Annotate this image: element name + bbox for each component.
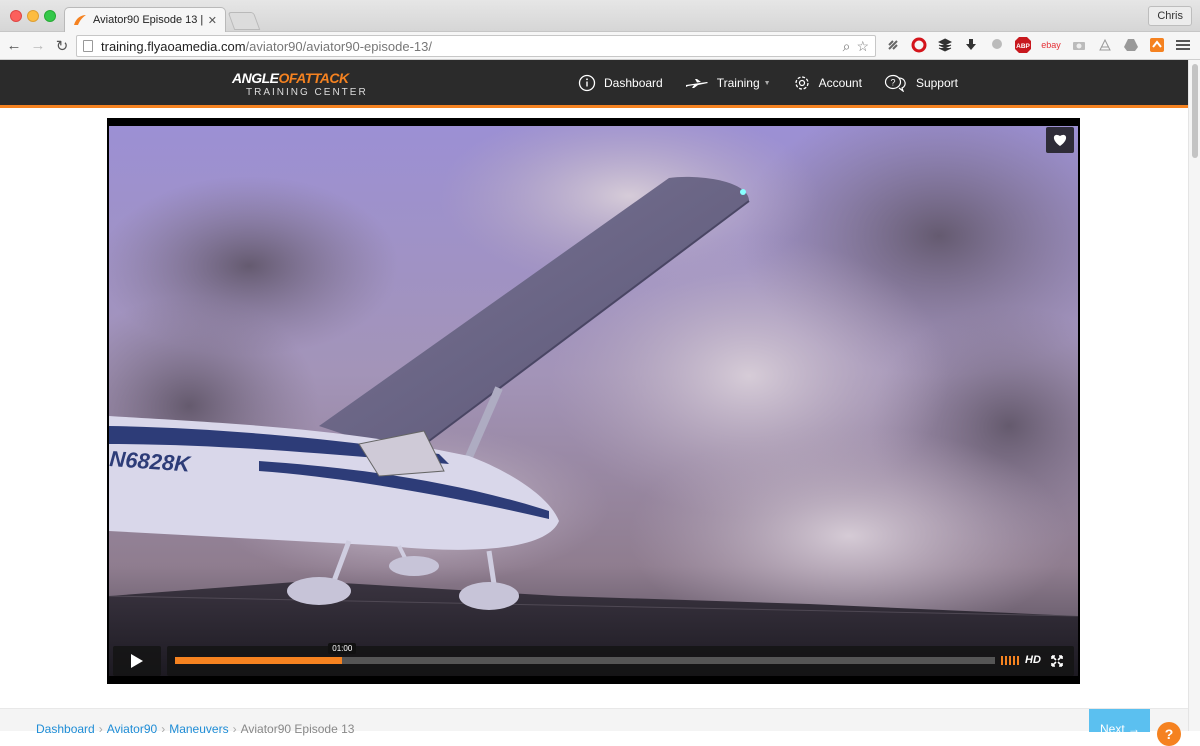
nav-support[interactable]: ? Support — [884, 74, 958, 92]
evernote-icon[interactable] — [1096, 36, 1114, 54]
reload-icon[interactable]: ↻ — [52, 36, 72, 56]
breadcrumb-dashboard[interactable]: Dashboard — [36, 722, 95, 736]
address-bar[interactable]: training.flyaoamedia.com /aviator90/avia… — [76, 35, 876, 57]
abp-icon[interactable]: ABP — [1014, 36, 1032, 54]
help-button[interactable]: ? — [1157, 722, 1181, 746]
breadcrumb-aviator90[interactable]: Aviator90 — [107, 722, 157, 736]
info-icon — [578, 74, 596, 92]
progress-fill — [175, 657, 343, 664]
download-icon[interactable] — [962, 36, 980, 54]
nav-dashboard-label: Dashboard — [604, 76, 663, 90]
page-icon — [83, 40, 93, 52]
browser-toolbar: ← → ↻ training.flyaoamedia.com /aviator9… — [0, 32, 1200, 60]
gear-icon — [794, 76, 809, 90]
svg-text:ABP: ABP — [1016, 43, 1030, 50]
back-arrow-icon[interactable]: ← — [4, 36, 24, 56]
nav-dashboard[interactable]: Dashboard — [578, 74, 663, 92]
site-header: ANGLEOFATTACK TRAINING CENTER Dashboard … — [0, 60, 1188, 108]
zoom-window-button[interactable] — [44, 10, 56, 22]
main-nav: Dashboard Training ▼ Account ? Support — [578, 74, 980, 92]
extensions-bar: ABP ebay — [884, 36, 1192, 54]
menu-icon[interactable] — [1174, 36, 1192, 54]
browser-tab[interactable]: Aviator90 Episode 13 | Ang ✕ — [64, 7, 226, 32]
plane-icon — [685, 79, 708, 88]
forward-arrow-icon[interactable]: → — [28, 36, 48, 56]
nav-account[interactable]: Account — [793, 74, 862, 92]
nav-account-label: Account — [818, 76, 862, 90]
play-icon — [131, 654, 143, 668]
like-button[interactable] — [1046, 127, 1074, 153]
control-bar: 01:00 HD — [167, 643, 1074, 676]
time-tooltip: 01:00 — [328, 643, 357, 654]
breadcrumb-maneuvers[interactable]: Maneuvers — [169, 722, 228, 736]
nav-support-label: Support — [915, 76, 958, 90]
browser-titlebar: Aviator90 Episode 13 | Ang ✕ Chris — [0, 0, 1200, 32]
video-frame-airplane-image[interactable]: N6828K — [109, 126, 1078, 676]
url-path: /aviator90/aviator90-episode-13/ — [245, 38, 432, 54]
buffer-icon[interactable] — [936, 36, 954, 54]
tab-close-icon[interactable]: ✕ — [208, 14, 217, 27]
extension-icon[interactable] — [1148, 36, 1166, 54]
tab-title: Aviator90 Episode 13 | Ang — [93, 14, 204, 26]
video-controls: 01:00 HD — [113, 643, 1074, 676]
fullscreen-icon[interactable] — [1051, 655, 1063, 667]
bookmark-star-icon[interactable]: ☆ — [856, 38, 869, 55]
hd-toggle[interactable]: HD — [1025, 654, 1041, 666]
video-player[interactable]: N6828K 01:00 HD — [107, 118, 1080, 684]
breadcrumb: Dashboard › Aviator90 › Maneuvers › Avia… — [36, 722, 354, 736]
svg-text:?: ? — [890, 78, 895, 88]
aoa-favicon-icon — [74, 15, 86, 25]
close-window-button[interactable] — [10, 10, 22, 22]
breadcrumb-current: Aviator90 Episode 13 — [240, 722, 355, 736]
camera-icon[interactable] — [1070, 36, 1088, 54]
slack-icon[interactable] — [884, 36, 902, 54]
breadcrumb-separator: › — [98, 722, 103, 736]
scroll-thumb[interactable] — [1192, 64, 1198, 158]
ebay-icon[interactable]: ebay — [1040, 36, 1062, 54]
profile-button[interactable]: Chris — [1148, 6, 1192, 26]
logo-word-ofattack: OFATTACK — [278, 70, 350, 86]
chevron-down-icon: ▼ — [763, 79, 771, 87]
minimize-window-button[interactable] — [27, 10, 39, 22]
volume-control[interactable] — [1001, 656, 1019, 665]
new-tab-button[interactable] — [227, 12, 261, 30]
help-chat-icon: ? — [884, 74, 906, 92]
breadcrumb-separator: › — [161, 722, 166, 736]
nav-training[interactable]: Training ▼ — [685, 76, 771, 90]
url-host: training.flyaoamedia.com — [101, 38, 246, 54]
breadcrumb-separator: › — [232, 722, 237, 736]
logo-subtitle: TRAINING CENTER — [246, 87, 368, 98]
next-button[interactable]: Next → — [1089, 709, 1150, 736]
lesson-nav-bar: Dashboard › Aviator90 › Maneuvers › Avia… — [0, 708, 1188, 746]
angle-of-attack-logo[interactable]: ANGLEOFATTACK TRAINING CENTER — [232, 70, 382, 98]
chat-icon[interactable] — [988, 36, 1006, 54]
progress-bar[interactable]: 01:00 — [175, 643, 995, 664]
ebay-label: ebay — [1041, 40, 1061, 50]
logo-word-angle: ANGLE — [232, 70, 279, 86]
play-button[interactable] — [113, 646, 161, 676]
opera-icon[interactable] — [910, 36, 928, 54]
heart-icon — [1053, 134, 1067, 146]
search-icon[interactable]: ⌕ — [843, 38, 851, 55]
drive-icon[interactable] — [1122, 36, 1140, 54]
page-scrollbar[interactable] — [1188, 60, 1200, 731]
nav-training-label: Training — [716, 76, 760, 90]
